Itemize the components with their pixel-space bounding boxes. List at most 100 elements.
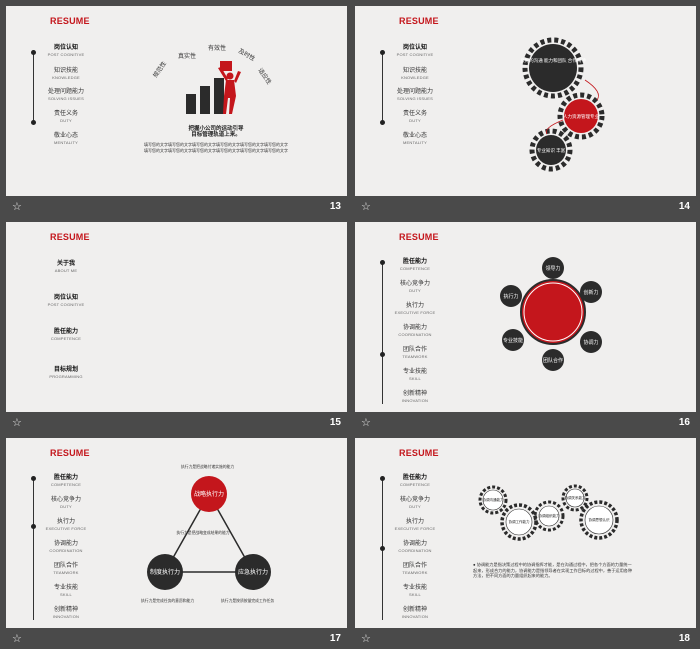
menu-item-competence[interactable]: 胜任能力 COMPETENCE bbox=[365, 256, 465, 271]
menu-item-post[interactable]: 岗位认知 POST COGNITIVE bbox=[16, 42, 116, 57]
menu-item-skill[interactable]: 专业技能 SKILL bbox=[16, 582, 116, 597]
menu-item-programming[interactable]: 目标规划 PROGRAMMING bbox=[16, 364, 116, 379]
menu-item-competence[interactable]: 胜任能力 COMPETENCE bbox=[16, 472, 116, 487]
gear-icon: 协调思想认识 bbox=[579, 500, 619, 540]
slide-number: 14 bbox=[678, 201, 690, 212]
circle-emergency: 应急执行力 bbox=[235, 554, 271, 590]
menu-item-mentality[interactable]: 敬业心态 MENTALITY bbox=[16, 130, 116, 145]
gear-icon: 协调工作能力 bbox=[500, 503, 538, 541]
menu-item-teamwork[interactable]: 团队合作 TEAMWORK bbox=[365, 560, 465, 575]
gear-icon: 良好的沟通 能力和团队 合作精神 bbox=[520, 37, 586, 99]
execution-triangle: 战略执行力 制度执行力 应急执行力 执行力是把战略付诸实施的能力 执行力是把战略… bbox=[141, 464, 274, 603]
menu-item-teamwork[interactable]: 团队合作 TEAMWORK bbox=[16, 560, 116, 575]
slide-number: 16 bbox=[678, 417, 690, 428]
svg-text:良好的沟通 能力和团队 合作精神: 良好的沟通 能力和团队 合作精神 bbox=[520, 57, 586, 64]
arc-word: 适应性 bbox=[256, 67, 273, 86]
gear-chain: 协调沟通能力 协调工作能力 协调组织能力 协调关系能力 协调思想认识 bbox=[478, 484, 619, 541]
node-skill: 专业技能 bbox=[502, 329, 524, 351]
gear-icon: 专业知识 丰富 bbox=[529, 128, 573, 172]
menu-item-core[interactable]: 核心竞争力 DUTY bbox=[365, 278, 465, 293]
node-teamwork: 团队合作 bbox=[542, 349, 564, 371]
menu-item-knowledge[interactable]: 知识技能 KNOWLEDGE bbox=[16, 65, 116, 80]
menu-item-duty[interactable]: 责任义务 DUTY bbox=[365, 108, 465, 123]
circle-system: 制度执行力 bbox=[147, 554, 183, 590]
menu-item-issues[interactable]: 处理问题能力 SOLVING ISSUES bbox=[16, 86, 116, 101]
s13-heading: 把握小公司的运动引导 目标管理轨道上来。 bbox=[188, 126, 244, 138]
slide-number: 17 bbox=[329, 633, 341, 644]
svg-text:执行力: 执行力 bbox=[503, 293, 518, 300]
svg-text:协调关系能力: 协调关系能力 bbox=[565, 495, 586, 500]
slide-13-footer: ☆ 13 bbox=[6, 198, 347, 218]
star-icon[interactable]: ☆ bbox=[361, 633, 371, 645]
slide-15-canvas: RESUME 关于我 ABOUT ME 岗位认知 POST COGNITIVE 胜任… bbox=[6, 222, 347, 412]
resume-label: RESUME bbox=[399, 16, 439, 26]
svg-text:协调工作能力: 协调工作能力 bbox=[509, 519, 530, 524]
menu-item-execution[interactable]: 执行力 EXECUTIVE FORCE bbox=[365, 300, 465, 315]
svg-text:协调沟通能力: 协调沟通能力 bbox=[483, 497, 504, 502]
star-icon[interactable]: ☆ bbox=[12, 201, 22, 213]
star-icon[interactable]: ☆ bbox=[361, 201, 371, 213]
competence-radial: 领导力 创新力 执行力 专业技能 协调力 团队合作 bbox=[500, 257, 602, 371]
s18-body: ● 协调能力是指决策过程中的协调指挥才能，是在沟通过程中，把各个方面的力量统一起… bbox=[473, 562, 633, 578]
menu-item-issues[interactable]: 处理问题能力 SOLVING ISSUES bbox=[365, 86, 465, 101]
slide-14-footer: ☆ 14 bbox=[355, 198, 696, 218]
menu-item-knowledge[interactable]: 知识技能 KNOWLEDGE bbox=[365, 65, 465, 80]
svg-text:协调组织能力: 协调组织能力 bbox=[539, 513, 560, 518]
gear-diagram: 良好的沟通 能力和团队 合作精神 人力资源管理专业 专业知识 丰富 bbox=[520, 37, 605, 172]
menu-item-post[interactable]: 岗位认知 POST COGNITIVE bbox=[365, 42, 465, 57]
menu-item-teamwork[interactable]: 团队合作 TEAMWORK bbox=[365, 344, 465, 359]
menu-item-innovation[interactable]: 创新精神 INNOVATION bbox=[16, 604, 116, 619]
s13-body: 填写您的文字填写您的文字填写您的文字填写您的文字填写您的文字填写您的文字填写您的… bbox=[144, 142, 288, 153]
slide-thumbnail-15[interactable]: RESUME 关于我 ABOUT ME 岗位认知 POST COGNITIVE 胜任… bbox=[6, 222, 347, 434]
svg-text:战略执行力: 战略执行力 bbox=[194, 490, 224, 498]
resume-label: RESUME bbox=[399, 448, 439, 458]
menu-item-coordination[interactable]: 协调能力 COORDINATION bbox=[16, 538, 116, 553]
bar-2 bbox=[200, 86, 210, 114]
resume-label: RESUME bbox=[399, 232, 439, 242]
svg-text:专业技能: 专业技能 bbox=[503, 337, 523, 344]
menu-item-coordination[interactable]: 协调能力 COORDINATION bbox=[365, 322, 465, 337]
menu-item-mentality[interactable]: 敬业心态 MENTALITY bbox=[365, 130, 465, 145]
menu-item-execution[interactable]: 执行力 EXECUTIVE FORCE bbox=[16, 516, 116, 531]
menu-item-post[interactable]: 岗位认知 POST COGNITIVE bbox=[16, 292, 116, 307]
menu-item-coordination[interactable]: 协调能力 COORDINATION bbox=[365, 538, 465, 553]
slide-thumbnail-18[interactable]: RESUME 胜任能力 COMPETENCE 核心竞争力 DUTY 执行力 EXECU… bbox=[355, 438, 696, 649]
slide-17-footer: ☆ 17 bbox=[6, 630, 347, 649]
menu-item-competence[interactable]: 胜任能力 COMPETENCE bbox=[16, 326, 116, 341]
slide-number: 13 bbox=[329, 201, 341, 212]
slide-18-footer: ☆ 18 bbox=[355, 630, 696, 649]
svg-text:团队合作: 团队合作 bbox=[543, 357, 563, 364]
menu-item-skill[interactable]: 专业技能 SKILL bbox=[365, 366, 465, 381]
node-leadership: 领导力 bbox=[542, 257, 564, 279]
slide-thumbnail-17[interactable]: RESUME 胜任能力 COMPETENCE 核心竞争力 DUTY 执行力 EXECU… bbox=[6, 438, 347, 649]
menu-item-innovation[interactable]: 创新精神 INNOVATION bbox=[365, 388, 465, 403]
connector-arrow bbox=[584, 79, 599, 101]
slide-thumbnail-14[interactable]: RESUME 岗位认知 POST COGNITIVE 知识技能 KNOWLEDGE … bbox=[355, 6, 696, 218]
resume-label: RESUME bbox=[50, 16, 90, 26]
bar-1 bbox=[186, 94, 196, 114]
slide-number: 15 bbox=[329, 417, 341, 428]
svg-text:领导力: 领导力 bbox=[545, 265, 560, 272]
gear-icon: 协调沟通能力 bbox=[478, 485, 508, 515]
slide-thumbnail-16[interactable]: RESUME 胜任能力 COMPETENCE 核心竞争力 DUTY 执行力 EXECU… bbox=[355, 222, 696, 434]
menu-item-core[interactable]: 核心竞争力 DUTY bbox=[365, 494, 465, 509]
arc-word: 真实性 bbox=[178, 52, 196, 60]
star-icon[interactable]: ☆ bbox=[361, 417, 371, 429]
menu-item-skill[interactable]: 专业技能 SKILL bbox=[365, 582, 465, 597]
svg-text:人力资源管理专业: 人力资源管理专业 bbox=[563, 113, 599, 120]
menu-item-execution[interactable]: 执行力 EXECUTIVE FORCE bbox=[365, 516, 465, 531]
star-icon[interactable]: ☆ bbox=[12, 633, 22, 645]
menu-item-core[interactable]: 核心竞争力 DUTY bbox=[16, 494, 116, 509]
svg-text:应急执行力: 应急执行力 bbox=[238, 568, 268, 576]
resume-label: RESUME bbox=[50, 448, 90, 458]
star-icon[interactable]: ☆ bbox=[12, 417, 22, 429]
menu-item-duty[interactable]: 责任义务 DUTY bbox=[16, 108, 116, 123]
gear-icon: 协调组织能力 bbox=[533, 500, 565, 532]
circle-strategy: 战略执行力 bbox=[191, 476, 227, 512]
menu-item-about[interactable]: 关于我 ABOUT ME bbox=[16, 258, 116, 273]
menu-item-innovation[interactable]: 创新精神 INNOVATION bbox=[365, 604, 465, 619]
slide-thumbnail-13[interactable]: RESUME 岗位认知 POST COGNITIVE 知识技能 KNOWLEDGE … bbox=[6, 6, 347, 218]
menu-item-competence[interactable]: 胜任能力 COMPETENCE bbox=[365, 472, 465, 487]
slide-17-canvas: RESUME 胜任能力 COMPETENCE 核心竞争力 DUTY 执行力 EXECU… bbox=[6, 438, 347, 628]
node-innovation: 创新力 bbox=[580, 281, 602, 303]
